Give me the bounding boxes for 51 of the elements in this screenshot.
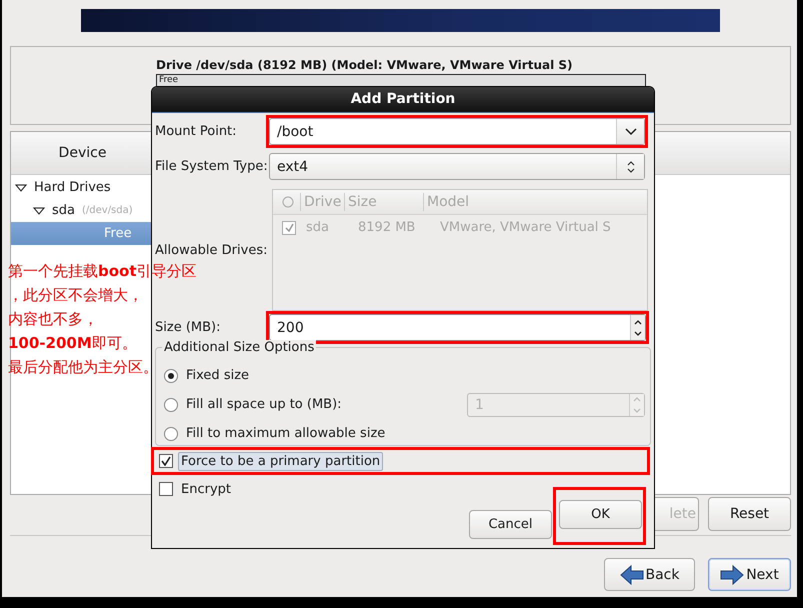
tree-item-label[interactable]: Hard Drives [34, 180, 111, 195]
annotation-text: 内容也不多， [8, 309, 98, 330]
radio-button[interactable] [164, 398, 178, 412]
drive-title: Drive /dev/sda (8192 MB) (Model: VMware, VMware Virtual S) [156, 58, 574, 72]
ok-button[interactable]: OK [559, 500, 642, 529]
circle-icon [282, 196, 294, 208]
checkmark-icon [284, 223, 294, 232]
combo-field[interactable]: /boot [269, 118, 645, 145]
cancel-button[interactable]: Cancel [469, 510, 552, 539]
checkbox[interactable] [159, 482, 173, 496]
chevron-down-icon [624, 128, 636, 136]
expanded-triangle-icon [15, 182, 27, 194]
spin-field[interactable]: 200 [269, 314, 646, 341]
frame-title: Additional Size Options [162, 340, 316, 355]
table-cell-text: 8192 MB [357, 220, 416, 235]
left-arrow-icon [620, 564, 644, 584]
tree-item-label: Free [104, 226, 132, 241]
bar-segment-label: Free [158, 75, 180, 86]
field-label: File System Type: [155, 159, 269, 174]
checkbox-label[interactable]: Encrypt [178, 480, 234, 498]
column-header: Size [344, 193, 423, 211]
back-button[interactable]: Back [604, 558, 695, 591]
table-cell-text: VMware, VMware Virtual S [439, 220, 611, 235]
tree-item-detail: (/dev/sda) [82, 205, 133, 216]
option-label[interactable]: Fill to maximum allowable size [186, 426, 386, 441]
expanded-triangle-icon [33, 204, 45, 216]
up-down-arrows-icon [633, 318, 643, 338]
right-arrow-icon [720, 564, 744, 584]
dropdown[interactable]: ext4 [269, 153, 645, 180]
checkmark-icon [161, 456, 171, 466]
column-header: Drive [300, 193, 344, 211]
up-down-arrows-icon [632, 394, 642, 414]
checkbox-label[interactable]: Force to be a primary partition [178, 452, 384, 470]
annotation-text: 100-200M即可。 [8, 333, 137, 354]
field-label: Allowable Drives: [155, 242, 268, 258]
annotation-text: 最后分配他为主分区。 [8, 357, 158, 378]
next-button[interactable]: Next [708, 558, 791, 591]
button[interactable]: Reset [708, 497, 791, 531]
tree-item-label[interactable]: sda [52, 203, 75, 218]
option-label[interactable]: Fixed size [186, 368, 250, 383]
annotation-text: ，此分区不会增大， [8, 285, 143, 306]
table-cell-text: sda [305, 220, 330, 235]
field-label: Size (MB): [155, 320, 222, 335]
up-down-chevron-icon [626, 160, 636, 174]
checkbox[interactable] [159, 454, 173, 468]
radio-button[interactable] [164, 426, 178, 440]
option-label[interactable]: Fill all space up to (MB): [186, 397, 342, 412]
dialog-title: Add Partition [152, 87, 654, 113]
field-label: Mount Point: [155, 124, 238, 139]
radio-button[interactable] [164, 368, 178, 382]
column-header: Model [423, 193, 470, 211]
